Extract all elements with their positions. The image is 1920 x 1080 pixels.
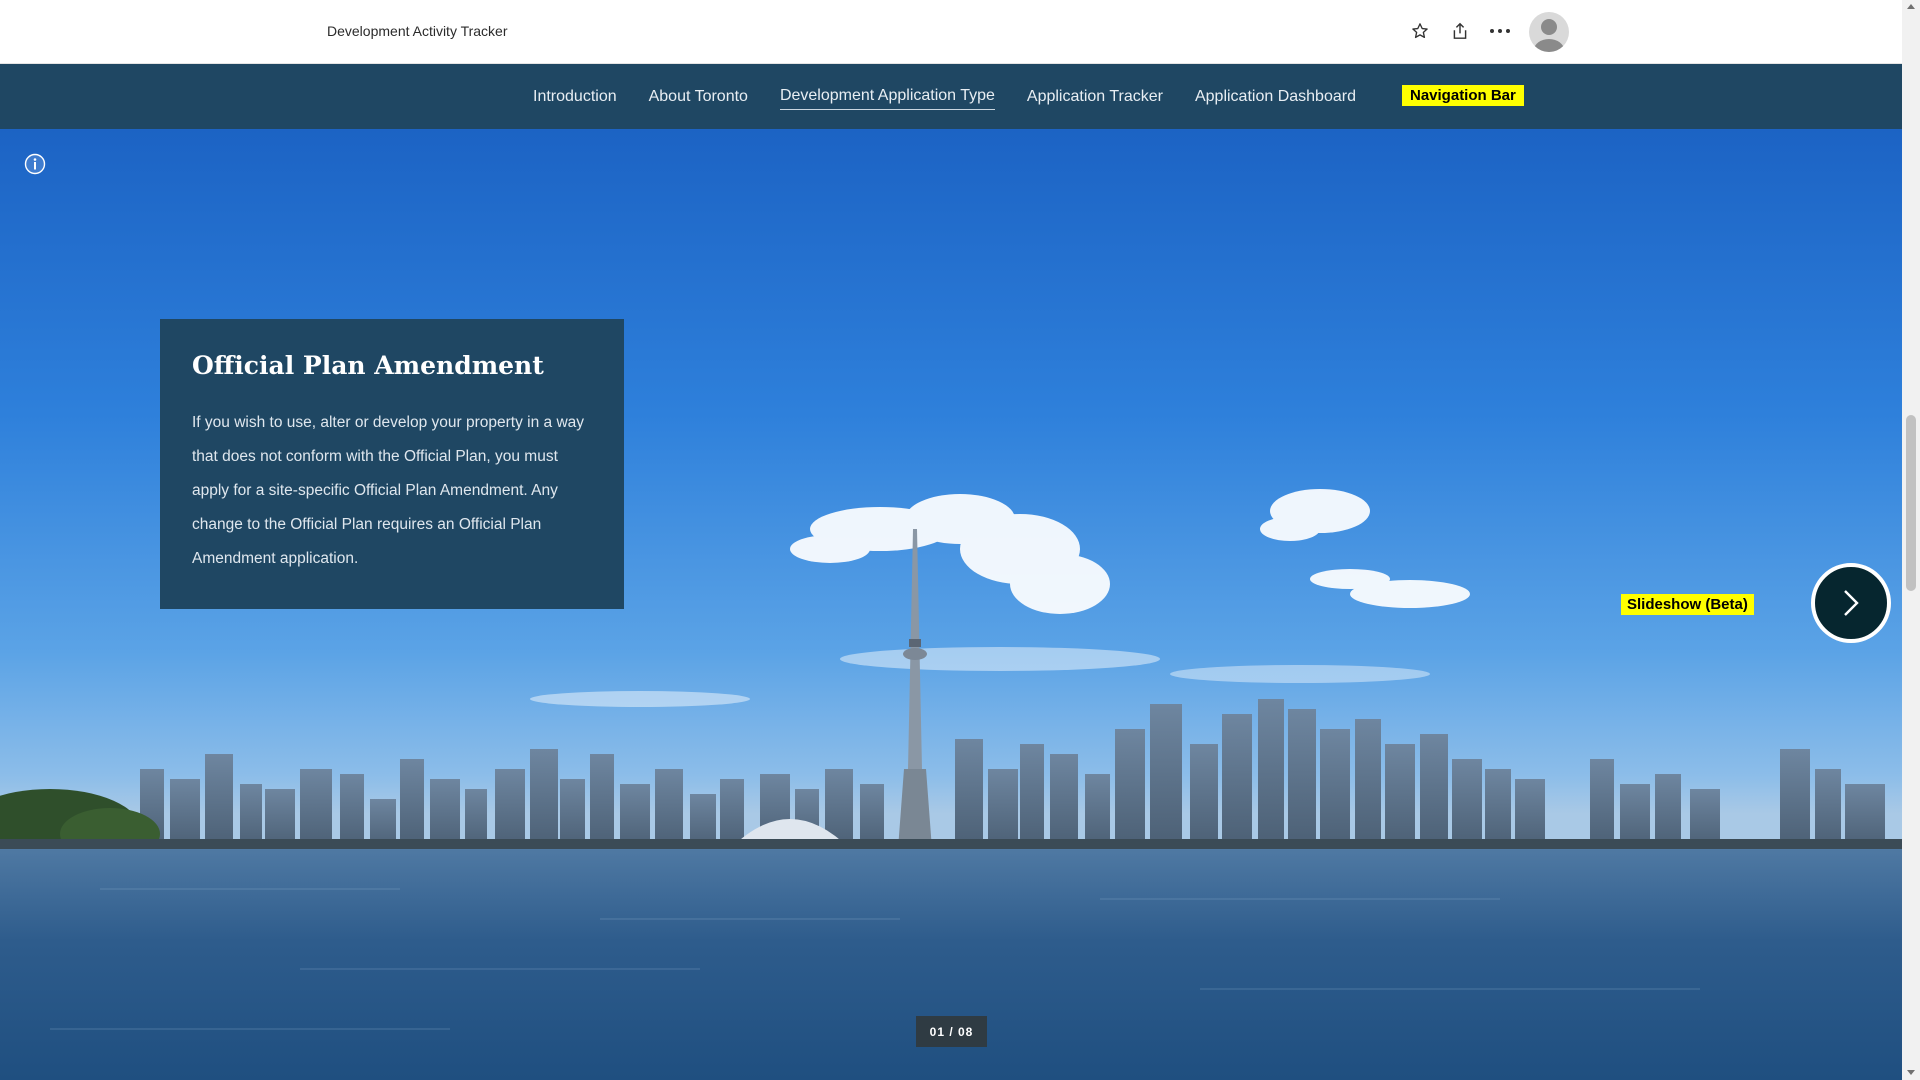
scrollbar[interactable] [1902,0,1920,1080]
next-slide-button[interactable] [1811,563,1891,643]
navigation-bar-tag: Navigation Bar [1402,85,1524,106]
app-header: Development Activity Tracker [0,0,1902,64]
user-avatar[interactable] [1529,12,1569,52]
slide-counter: 01 / 08 [916,1016,987,1047]
slideshow-hero: Official Plan Amendment If you wish to u… [0,129,1902,1080]
chevron-right-icon [1844,590,1859,616]
scroll-down-icon[interactable] [1907,1070,1915,1075]
slide-body: If you wish to use, alter or develop you… [192,414,585,567]
nav-item-application-dashboard[interactable]: Application Dashboard [1195,84,1356,110]
nav-item-development-application-type[interactable]: Development Application Type [779,83,995,110]
slide-title: Official Plan Amendment [192,351,544,380]
more-icon[interactable] [1489,20,1511,42]
star-icon[interactable] [1409,20,1431,42]
slideshow-tag: Slideshow (Beta) [1621,594,1754,615]
share-icon[interactable] [1449,20,1471,42]
info-icon[interactable] [24,153,46,175]
scrollbar-thumb[interactable] [1906,415,1916,591]
nav-items: Introduction About Toronto Development A… [533,64,1388,129]
nav-item-about-toronto[interactable]: About Toronto [649,84,748,110]
app-title: Development Activity Tracker [327,23,508,39]
nav-item-application-tracker[interactable]: Application Tracker [1027,84,1163,110]
slide-caption-card: Official Plan Amendment If you wish to u… [160,319,624,609]
nav-item-introduction[interactable]: Introduction [533,84,617,110]
scroll-up-icon[interactable] [1907,4,1915,9]
navigation-bar: Introduction About Toronto Development A… [0,64,1902,129]
